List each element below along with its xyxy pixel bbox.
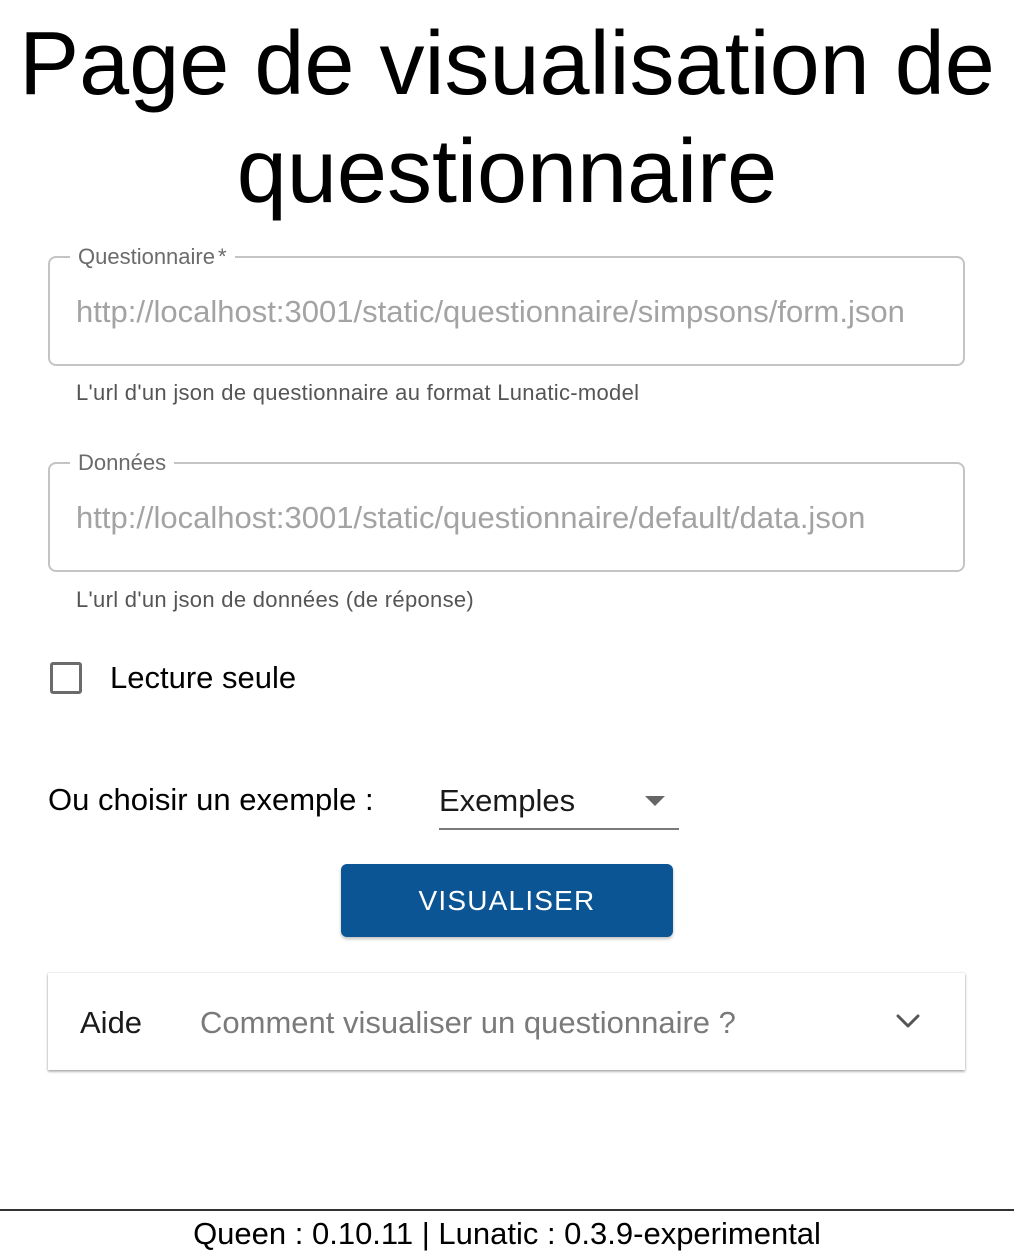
examples-label: Ou choisir un exemple : bbox=[48, 782, 374, 817]
version-footer: Queen : 0.10.11 | Lunatic : 0.3.9-experi… bbox=[0, 1209, 1014, 1256]
help-accordion-subtitle: Comment visualiser un questionnaire ? bbox=[200, 1005, 736, 1040]
readonly-checkbox-label[interactable]: Lecture seule bbox=[110, 660, 296, 696]
required-mark: * bbox=[217, 244, 227, 269]
questionnaire-field-label: Questionnaire * bbox=[70, 244, 235, 270]
dropdown-arrow-icon bbox=[645, 796, 665, 806]
visualize-button[interactable]: VISUALISER bbox=[341, 864, 673, 937]
data-url-input[interactable] bbox=[76, 498, 937, 538]
page-title: Page de visualisation de questionnaire bbox=[19, 14, 995, 222]
chevron-down-icon[interactable] bbox=[895, 1011, 921, 1031]
questionnaire-helper-text: L'url d'un json de questionnaire au form… bbox=[76, 380, 640, 405]
data-helper-text: L'url d'un json de données (de réponse) bbox=[76, 587, 475, 612]
readonly-checkbox[interactable] bbox=[50, 662, 82, 694]
readonly-checkbox-row[interactable]: Lecture seule bbox=[50, 660, 296, 696]
questionnaire-field[interactable]: Questionnaire * bbox=[48, 244, 965, 366]
visualization-page: Page de visualisation de questionnaire Q… bbox=[0, 0, 1014, 1256]
examples-select-value: Exemples bbox=[439, 783, 576, 818]
help-accordion-title: Aide bbox=[80, 1005, 143, 1040]
questionnaire-url-input[interactable] bbox=[76, 292, 937, 332]
examples-select[interactable]: Exemples bbox=[439, 776, 679, 830]
help-accordion[interactable]: Aide Comment visualiser un questionnaire… bbox=[48, 973, 965, 1070]
data-field-label: Données bbox=[70, 450, 175, 476]
data-field[interactable]: Données bbox=[48, 450, 965, 572]
